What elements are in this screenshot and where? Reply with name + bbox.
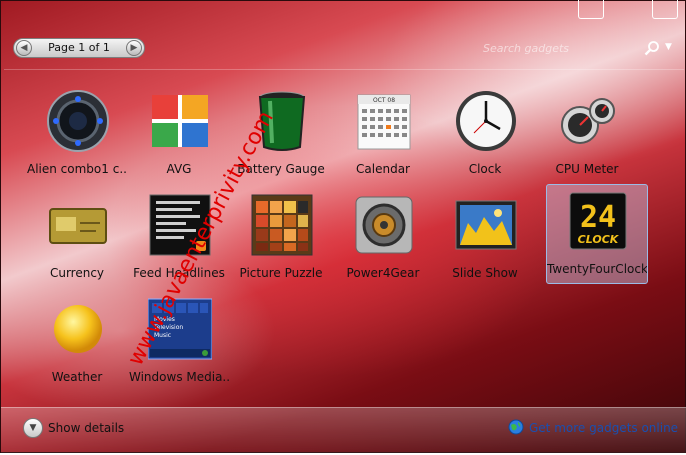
slide-show-icon [455, 200, 517, 250]
gadget-label: CPU Meter [555, 162, 619, 176]
gadget-tile-picture-puzzle[interactable]: Picture Puzzle [230, 188, 332, 288]
gadget-label: Currency [49, 266, 105, 280]
gadget-tile-calendar[interactable]: OCT 08 Calendar [332, 84, 434, 184]
search-input[interactable] [481, 37, 635, 59]
search-dropdown-icon[interactable]: ▼ [665, 42, 672, 52]
close-button[interactable] [652, 0, 678, 19]
gadget-tile-cpu-meter[interactable]: CPU Meter [536, 84, 638, 184]
gadget-tile-feed-headlines[interactable]: Feed Headlines [128, 188, 230, 288]
gadget-label: TwentyFourClock [547, 262, 647, 276]
gadget-grid: Alien combo1 c... AVG Battery Gauge OCT … [4, 69, 684, 408]
weather-icon [54, 305, 102, 353]
gadget-label: AVG [166, 162, 192, 176]
gadget-label: Clock [468, 162, 502, 176]
gadget-tile-battery-gauge[interactable]: Battery Gauge [230, 84, 332, 184]
gadget-label: Feed Headlines [133, 266, 225, 280]
twenty-four-clock-icon: 24 CLOCK [569, 192, 627, 250]
power4gear-icon [355, 196, 413, 254]
gadget-label: Battery Gauge [237, 162, 325, 176]
show-details-button[interactable]: Show details [48, 421, 124, 435]
calendar-icon: OCT 08 [357, 94, 411, 150]
battery-gauge-icon [258, 91, 306, 151]
gadget-tile-power4gear[interactable]: Power4Gear [332, 188, 434, 288]
gadget-tile-avg[interactable]: AVG [128, 84, 230, 184]
get-more-gadgets-link[interactable]: Get more gadgets online [529, 421, 678, 435]
top-toolbar: ◀ Page 1 of 1 ▶ ▼ [1, 31, 686, 67]
search-icon[interactable] [644, 40, 660, 56]
calendar-month-text: OCT 08 [373, 97, 395, 104]
gadget-tile-clock[interactable]: Clock [434, 84, 536, 184]
page-navigator: ◀ Page 1 of 1 ▶ [13, 38, 145, 58]
chevron-left-icon[interactable]: ◀ [16, 40, 32, 56]
alien-combo-icon [47, 90, 109, 152]
gadget-label: Calendar [356, 162, 410, 176]
feed-headlines-icon [149, 194, 211, 256]
minimize-button[interactable] [578, 0, 604, 19]
windows-media-icon: Movies Television Music [148, 298, 212, 360]
gadget-label: Picture Puzzle [239, 266, 323, 280]
gadget-tile-slide-show[interactable]: Slide Show [434, 188, 536, 288]
bottom-bar: ▼ Show details Get more gadgets online [1, 407, 686, 455]
page-indicator: Page 1 of 1 [48, 41, 110, 54]
gadget-tile-alien-combo[interactable]: Alien combo1 c... [26, 84, 128, 184]
media-item-music: Music [154, 332, 171, 339]
gadget-tile-currency[interactable]: Currency [26, 188, 128, 288]
chevron-right-icon[interactable]: ▶ [126, 40, 142, 56]
avg-icon [152, 95, 208, 147]
gadget-label: Power4Gear [346, 266, 420, 280]
gadget-label: Alien combo1 c... [27, 162, 127, 176]
picture-puzzle-icon [251, 194, 313, 256]
currency-icon [49, 208, 107, 244]
gadget-label: Weather [51, 370, 103, 384]
gadget-tile-windows-media[interactable]: Movies Television Music Windows Media... [128, 292, 230, 392]
gadget-gallery-window: ◀ Page 1 of 1 ▶ ▼ Alien combo1 c... [0, 0, 686, 455]
cpu-meter-icon [561, 98, 615, 144]
clock24-word-text: CLOCK [578, 233, 620, 246]
clock24-number-text: 24 [580, 200, 616, 235]
gadget-label: Windows Media... [129, 370, 229, 384]
media-item-movies: Movies [154, 316, 175, 323]
chevron-down-icon[interactable]: ▼ [23, 418, 43, 438]
gadget-tile-weather[interactable]: Weather [26, 292, 128, 392]
clock-icon [456, 91, 516, 151]
gadget-label: Slide Show [452, 266, 518, 280]
media-item-television: Television [153, 324, 183, 331]
globe-icon [508, 419, 524, 435]
gadget-tile-twenty-four-clock[interactable]: 24 CLOCK TwentyFourClock [546, 184, 648, 284]
